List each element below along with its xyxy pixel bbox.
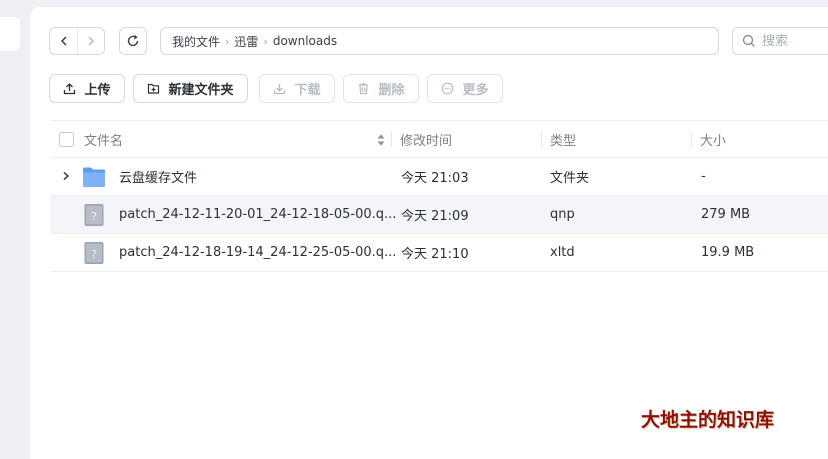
file-modified: 今天 21:10 bbox=[401, 247, 469, 262]
column-header-modified[interactable]: 修改时间 bbox=[400, 121, 452, 158]
unknown-file-icon: ? bbox=[84, 204, 104, 226]
watermark: 大地主的知识库 bbox=[641, 409, 775, 431]
search-icon bbox=[742, 34, 755, 47]
more-button[interactable]: 更多 bbox=[427, 74, 503, 103]
select-all-checkbox[interactable] bbox=[59, 132, 74, 147]
new-folder-label: 新建文件夹 bbox=[168, 83, 234, 98]
delete-label: 删除 bbox=[378, 83, 405, 98]
download-button[interactable]: 下载 bbox=[259, 74, 335, 103]
file-table: 文件名 修改时间 类型 大小 云盘缓存文件 今天 21:03 文件夹 - ? p… bbox=[50, 120, 828, 272]
search-box bbox=[732, 27, 828, 55]
chevron-right-icon: › bbox=[263, 34, 268, 48]
breadcrumb-item-my-files[interactable]: 我的文件 bbox=[172, 33, 220, 50]
file-size: 19.9 MB bbox=[701, 245, 755, 260]
search-input[interactable] bbox=[762, 33, 828, 49]
back-button[interactable] bbox=[50, 28, 77, 54]
upload-button[interactable]: 上传 bbox=[49, 74, 125, 103]
more-icon bbox=[442, 82, 454, 95]
chevron-right-icon[interactable] bbox=[61, 171, 71, 181]
svg-text:?: ? bbox=[91, 248, 97, 261]
file-size: - bbox=[701, 169, 706, 184]
column-header-name[interactable]: 文件名 bbox=[84, 121, 123, 158]
file-modified: 今天 21:09 bbox=[401, 209, 469, 224]
sidebar-tab[interactable] bbox=[0, 17, 20, 51]
download-label: 下载 bbox=[294, 83, 321, 98]
table-row[interactable]: ? patch_24-12-18-19-14_24-12-25-05-00.q.… bbox=[50, 234, 828, 272]
file-size: 279 MB bbox=[701, 207, 751, 222]
breadcrumb-item-xunlei[interactable]: 迅雷 bbox=[234, 33, 258, 50]
sort-icon[interactable] bbox=[376, 133, 386, 147]
table-row[interactable]: ? patch_24-12-11-20-01_24-12-18-05-00.q.… bbox=[50, 196, 828, 234]
breadcrumb-item-downloads[interactable]: downloads bbox=[273, 34, 337, 48]
delete-button[interactable]: 删除 bbox=[343, 74, 419, 103]
file-name: 云盘缓存文件 bbox=[119, 171, 198, 186]
trash-icon bbox=[359, 83, 369, 95]
column-divider bbox=[391, 132, 392, 147]
left-sidebar bbox=[0, 0, 20, 459]
chevron-right-icon: › bbox=[225, 34, 230, 48]
upload-icon bbox=[64, 83, 76, 95]
table-header: 文件名 修改时间 类型 大小 bbox=[50, 120, 828, 158]
chevron-right-icon bbox=[88, 36, 95, 46]
new-folder-icon bbox=[148, 83, 160, 94]
file-modified: 今天 21:03 bbox=[401, 171, 469, 186]
file-name: patch_24-12-11-20-01_24-12-18-05-00.q... bbox=[119, 207, 397, 222]
upload-label: 上传 bbox=[84, 83, 111, 98]
new-folder-button[interactable]: 新建文件夹 bbox=[133, 74, 248, 103]
refresh-icon bbox=[127, 34, 139, 47]
folder-icon bbox=[83, 167, 105, 187]
file-type: xltd bbox=[550, 245, 575, 260]
breadcrumb: 我的文件 › 迅雷 › downloads bbox=[160, 27, 719, 55]
column-divider bbox=[691, 132, 692, 147]
chevron-left-icon bbox=[60, 36, 67, 46]
file-name: patch_24-12-18-19-14_24-12-25-05-00.q... bbox=[119, 245, 397, 260]
column-header-type[interactable]: 类型 bbox=[550, 121, 576, 158]
column-divider bbox=[541, 132, 542, 147]
history-nav bbox=[49, 27, 105, 55]
file-manager-panel: 我的文件 › 迅雷 › downloads 上传 新建文件夹 bbox=[30, 7, 828, 459]
column-header-size[interactable]: 大小 bbox=[700, 121, 726, 158]
unknown-file-icon: ? bbox=[84, 242, 104, 264]
svg-text:?: ? bbox=[91, 210, 97, 223]
table-row[interactable]: 云盘缓存文件 今天 21:03 文件夹 - bbox=[50, 158, 828, 196]
more-label: 更多 bbox=[462, 83, 489, 98]
forward-button[interactable] bbox=[77, 28, 104, 54]
file-type: qnp bbox=[550, 207, 575, 222]
download-icon bbox=[274, 84, 286, 95]
refresh-button[interactable] bbox=[119, 27, 147, 55]
file-type: 文件夹 bbox=[550, 171, 590, 186]
